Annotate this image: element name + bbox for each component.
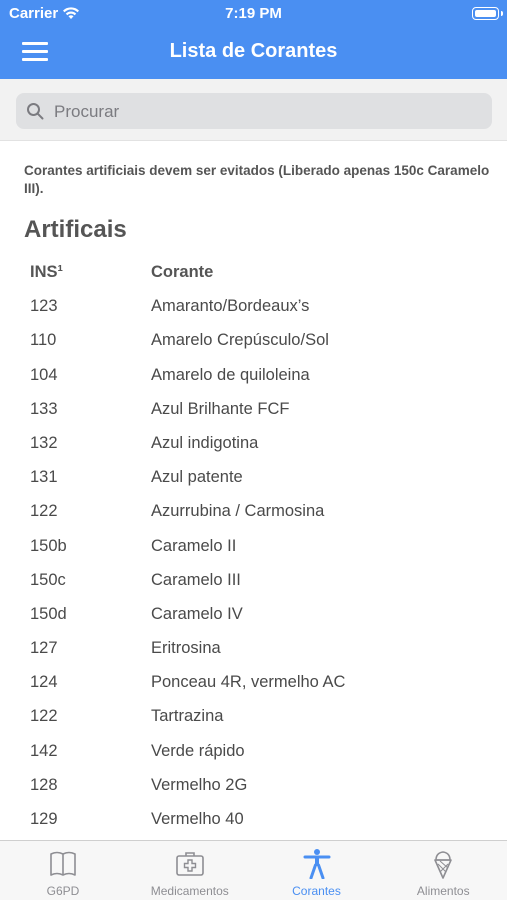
clock: 7:19 PM <box>225 5 282 22</box>
colorants-table: INS¹ Corante 123 Amaranto/Bordeaux’s 110 Am… <box>30 257 490 838</box>
book-icon <box>50 851 76 876</box>
table-row: 132 Azul indigotina <box>30 428 490 462</box>
ins-code: 124 <box>30 673 58 692</box>
table-row: 142 Verde rápido <box>30 736 490 770</box>
table-row: 127 Eritrosina <box>30 633 490 667</box>
table-header: INS¹ Corante <box>30 257 490 291</box>
table-row: 122 Azurrubina / Carmosina <box>30 496 490 530</box>
ins-code: 110 <box>30 331 57 350</box>
ins-code: 122 <box>30 707 58 726</box>
tab-medicamentos[interactable]: Medicamentos <box>127 841 253 901</box>
table-row: 123 Amaranto/Bordeaux’s <box>30 291 490 325</box>
ins-code: 122 <box>30 502 58 521</box>
ins-code: 123 <box>30 297 58 316</box>
tab-bar: G6PD Medicamentos Corantes Alimentos <box>0 840 507 900</box>
ins-code: 129 <box>30 810 58 828</box>
search-icon <box>27 103 44 120</box>
table-row: 122 Tartrazina <box>30 701 490 735</box>
content-area[interactable]: Corantes artificiais devem ser evitados … <box>0 141 507 839</box>
colorant-name: Azurrubina / Carmosina <box>151 502 325 521</box>
colorant-name: Azul Brilhante FCF <box>151 399 290 418</box>
search-bar[interactable] <box>16 93 492 131</box>
tab-label: Alimentos <box>416 884 470 898</box>
section-title: Artificais <box>24 216 127 243</box>
navigation-bar: Lista de Corantes <box>0 28 507 79</box>
table-row: 133 Azul Brilhante FCF <box>30 394 490 428</box>
ins-code: 128 <box>30 775 58 794</box>
page-title: Lista de Corantes <box>169 40 338 62</box>
ins-code: 132 <box>30 433 58 452</box>
colorant-name: Azul indigotina <box>151 433 259 452</box>
tab-label: Medicamentos <box>150 884 229 898</box>
table-row: 110 Amarelo Crepúsculo/Sol <box>30 325 490 359</box>
colorant-name: Vermelho 2G <box>151 775 248 794</box>
ins-code: 150c <box>30 570 66 589</box>
tab-corantes[interactable]: Corantes <box>254 841 380 901</box>
ins-code: 150d <box>30 604 67 623</box>
table-row: 124 Ponceau 4R, vermelho AC <box>30 667 490 701</box>
first-aid-kit-icon <box>175 852 204 876</box>
ice-cream-icon <box>434 851 453 879</box>
ins-code: 104 <box>30 365 58 384</box>
table-row: 129 Vermelho 40 <box>30 804 490 838</box>
table-row: 150d Caramelo IV <box>30 599 490 633</box>
tab-alimentos[interactable]: Alimentos <box>380 841 506 901</box>
ins-code: 131 <box>30 468 58 487</box>
table-row: 104 Amarelo de quiloleina <box>30 360 490 394</box>
table-row: 150c Caramelo III <box>30 565 490 599</box>
status-bar: Carrier 7:19 PM <box>0 0 507 28</box>
table-row: 128 Vermelho 2G <box>30 770 490 804</box>
info-note: Corantes artificiais devem ser evitados … <box>24 163 490 196</box>
table-row: 150b Caramelo II <box>30 531 490 565</box>
colorant-name: Caramelo III <box>151 570 241 589</box>
ins-code: 142 <box>30 741 58 760</box>
search-bar-container <box>0 79 507 141</box>
ins-code: 150b <box>30 536 67 555</box>
colorant-name: Verde rápido <box>151 741 245 760</box>
table-row: 131 Azul patente <box>30 462 490 496</box>
column-header-ins: INS¹ <box>30 263 63 281</box>
battery-icon <box>472 7 503 20</box>
colorant-name: Azul patente <box>151 468 243 487</box>
column-header-corante: Corante <box>151 263 214 281</box>
colorant-name: Ponceau 4R, vermelho AC <box>151 673 346 692</box>
tab-label: G6PD <box>46 884 80 898</box>
colorant-name: Amarelo de quiloleina <box>151 365 310 384</box>
tab-g6pd[interactable]: G6PD <box>0 841 126 901</box>
colorant-name: Caramelo II <box>151 536 237 555</box>
colorant-name: Amaranto/Bordeaux’s <box>151 297 310 316</box>
colorant-name: Eritrosina <box>151 639 221 658</box>
colorant-name: Caramelo IV <box>151 604 243 623</box>
ins-code: 127 <box>30 639 58 658</box>
colorant-name: Vermelho 40 <box>151 810 244 828</box>
colorant-name: Amarelo Crepúsculo/Sol <box>151 331 329 350</box>
tab-label: Corantes <box>292 884 341 898</box>
person-accessibility-icon <box>303 849 330 879</box>
search-input[interactable] <box>52 93 476 131</box>
ins-code: 133 <box>30 399 58 418</box>
colorant-name: Tartrazina <box>151 707 224 726</box>
